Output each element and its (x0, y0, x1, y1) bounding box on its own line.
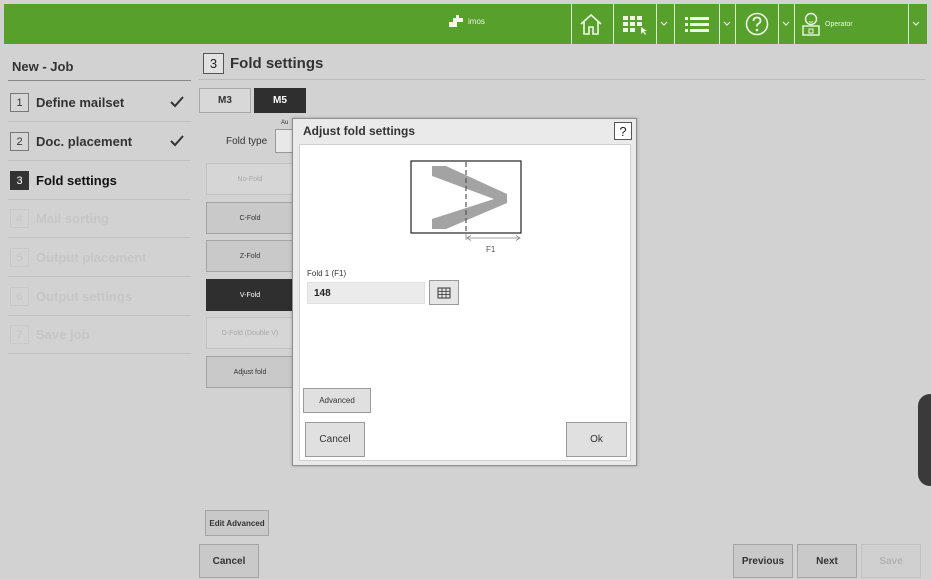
d-fold-button: D-Fold (Double V) (206, 317, 294, 349)
fold1-label: Fold 1 (F1) (307, 269, 347, 278)
header-divider (199, 79, 925, 80)
step-output-settings: 6 Output settings (8, 278, 191, 316)
list-icon (684, 17, 709, 32)
sidebar-title: New - Job (12, 59, 74, 74)
side-drawer-handle[interactable] (918, 394, 931, 486)
chevron-down-icon (912, 21, 919, 26)
dialog-help-button[interactable]: ? (614, 122, 632, 140)
top-bar: imos Operator (0, 0, 931, 46)
step-fold-settings[interactable]: 3 Fold settings (8, 162, 191, 200)
fold1-input[interactable]: 148 (307, 282, 425, 304)
brand: imos (448, 14, 485, 28)
step-label: Save job (36, 327, 90, 342)
help-icon (745, 12, 768, 36)
page-title: Fold settings (230, 55, 324, 72)
fold-preview-icon (410, 160, 522, 241)
brand-label: imos (468, 16, 485, 26)
chevron-down-icon (660, 21, 667, 26)
checkmark-icon (170, 96, 184, 108)
page-step-number: 3 (203, 53, 224, 74)
help-dropdown[interactable] (778, 4, 792, 44)
chevron-down-icon (782, 21, 789, 26)
checkmark-icon (170, 135, 184, 147)
tab-m3[interactable]: M3 (199, 88, 251, 113)
step-number: 5 (10, 248, 29, 267)
step-output-placement: 5 Output placement (8, 239, 191, 277)
v-fold-button[interactable]: V-Fold (206, 279, 294, 311)
page-header: 3 Fold settings (203, 53, 323, 74)
step-label: Fold settings (36, 173, 117, 188)
operator-dropdown[interactable] (908, 4, 922, 44)
next-button[interactable]: Next (797, 544, 857, 578)
dialog-cancel-button[interactable]: Cancel (305, 422, 365, 457)
job-grid-icon (622, 16, 647, 35)
step-label: Define mailset (36, 95, 125, 110)
step-number: 3 (10, 171, 29, 190)
z-fold-button[interactable]: Z-Fold (206, 240, 294, 272)
step-number: 2 (10, 132, 29, 151)
save-button: Save (861, 544, 921, 578)
step-number: 7 (10, 325, 29, 344)
previous-button[interactable]: Previous (733, 544, 793, 578)
cancel-button[interactable]: Cancel (199, 544, 259, 578)
tab-m5[interactable]: M5 (254, 88, 306, 113)
step-save-job: 7 Save job (8, 316, 191, 354)
dialog-ok-button[interactable]: Ok (566, 422, 627, 457)
step-doc-placement[interactable]: 2 Doc. placement (8, 123, 191, 161)
adjust-fold-dialog: Adjust fold settings ? F1 Fold 1 (F1) 14… (292, 118, 637, 466)
no-fold-button: No-Fold (206, 163, 294, 195)
sidebar-divider (8, 80, 191, 81)
help-button[interactable] (735, 4, 777, 44)
wizard-sidebar: New - Job 1 Define mailset 2 Doc. placem… (4, 46, 193, 579)
step-number: 1 (10, 93, 29, 112)
fold-auto-label: Au (281, 120, 289, 126)
dialog-title: Adjust fold settings (303, 124, 415, 138)
step-label: Output placement (36, 250, 147, 265)
edit-advanced-button[interactable]: Edit Advanced (205, 510, 269, 536)
logo-icon (449, 15, 463, 27)
dialog-body: F1 Fold 1 (F1) 148 Advanced Cancel Ok (299, 144, 631, 461)
operator-label: Operator (825, 20, 853, 28)
step-define-mailset[interactable]: 1 Define mailset (8, 84, 191, 122)
job-grid-button[interactable] (613, 4, 655, 44)
step-number: 6 (10, 287, 29, 306)
keypad-icon (437, 287, 451, 298)
step-number: 4 (10, 209, 29, 228)
c-fold-button[interactable]: C-Fold (206, 202, 294, 234)
step-label: Doc. placement (36, 134, 133, 149)
step-label: Output settings (36, 289, 133, 304)
fold-type-label: Fold type (226, 136, 268, 147)
job-grid-dropdown[interactable] (656, 4, 670, 44)
step-mail-sorting: 4 Mail sorting (8, 200, 191, 238)
home-button[interactable] (571, 4, 609, 44)
list-button[interactable] (674, 4, 718, 44)
chevron-down-icon (723, 21, 730, 26)
list-dropdown[interactable] (719, 4, 733, 44)
adjust-fold-button[interactable]: Adjust fold (206, 356, 294, 388)
home-icon (579, 13, 602, 35)
operator-icon (802, 12, 820, 36)
operator-button[interactable]: Operator (794, 4, 907, 44)
keypad-button[interactable] (429, 280, 459, 305)
step-label: Mail sorting (36, 211, 109, 226)
advanced-button[interactable]: Advanced (303, 388, 371, 413)
f1-dimension-label: F1 (486, 245, 496, 254)
